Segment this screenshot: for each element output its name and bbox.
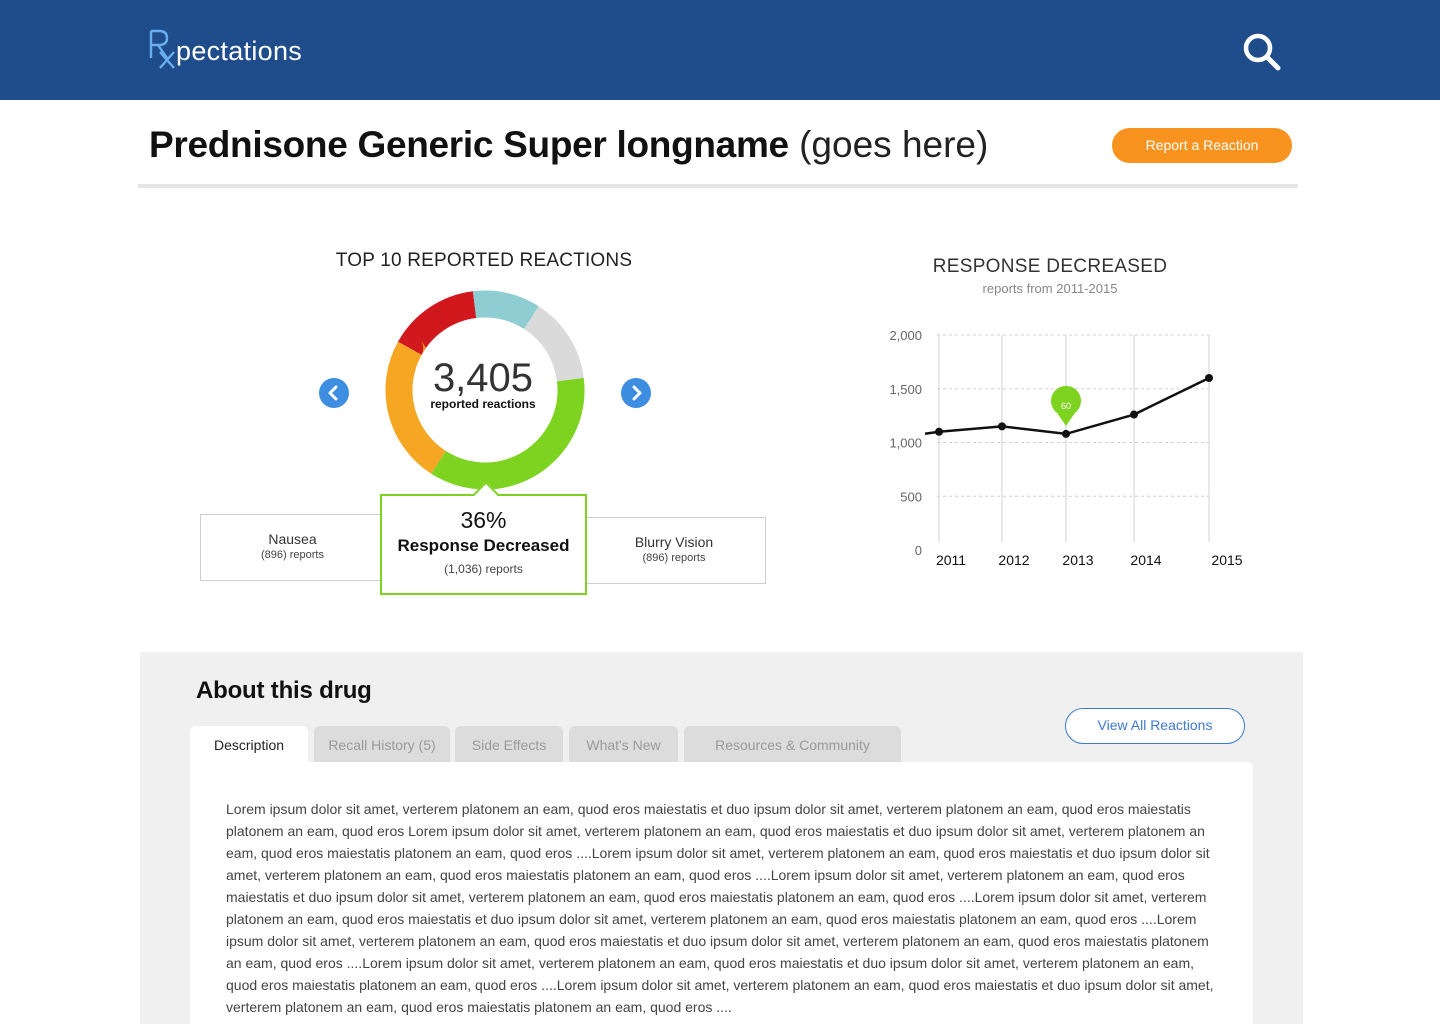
search-icon [1243,33,1281,71]
drug-description-text: Lorem ipsum dolor sit amet, verterem pla… [226,801,1214,1015]
data-point[interactable] [935,427,943,436]
report-reaction-button[interactable]: Report a Reaction [1112,128,1292,163]
about-title: About this drug [196,677,372,704]
response-decreased-line-chart: 0 500 1,000 1,500 2,000 2011 2012 2013 2014 2015 6… [889,328,1242,568]
brand-name: pectations [176,36,303,66]
donut-chart-title: TOP 10 REPORTED REACTIONS [335,250,633,271]
reaction-card-response-decreased[interactable]: 36% Response Decreased (1,036) reports [380,494,587,595]
drug-name-suffix: (goes here) [799,124,989,165]
total-reactions-label: reported reactions [430,397,536,411]
previous-reaction-button[interactable] [319,378,349,408]
total-reactions-count: 3,405 [432,356,534,400]
y-tick-label: 1,500 [889,382,922,397]
next-reaction-button[interactable] [621,378,651,408]
reaction-count: (1,036) reports [444,562,523,576]
pin-label: 60 [1061,401,1071,411]
data-point[interactable] [1062,429,1070,438]
rx-logo-mark [149,29,175,69]
reaction-name: Nausea [268,531,317,547]
tab-whats-new[interactable]: What's New [569,726,678,764]
x-tick-label: 2011 [936,552,966,568]
title-divider [138,184,1298,188]
reaction-count: (896) reports [642,552,706,564]
page-title: Prednisone Generic Super longname (goes … [149,124,988,166]
y-tick-label: 2,000 [889,328,922,343]
reaction-card-blurry-vision[interactable]: Blurry Vision (896) reports [582,517,766,584]
line-chart-subtitle: reports from 2011-2015 [982,281,1118,296]
data-point[interactable] [1205,374,1213,382]
x-tick-label: 2013 [1062,552,1093,568]
view-all-reactions-button[interactable]: View All Reactions [1065,708,1245,744]
chevron-left-icon [328,385,338,401]
reaction-name: Response Decreased [397,536,570,555]
reaction-percent: 36% [460,507,507,533]
map-pin-marker[interactable]: 60 [1051,385,1081,426]
y-tick-label: 1,000 [889,436,922,451]
chevron-right-icon [632,385,642,401]
reaction-count: (896) reports [261,549,324,561]
tab-recall-history[interactable]: Recall History (5) [314,726,450,764]
about-drug-section: About this drug View All Reactions Descr… [140,652,1303,1024]
x-tick-label: 2012 [998,552,1029,568]
tab-content-panel: Lorem ipsum dolor sit amet, verterem pla… [190,762,1253,1024]
tab-description[interactable]: Description [190,726,308,766]
tab-resources-community[interactable]: Resources & Community [684,726,901,764]
line-chart-title: RESPONSE DECREASED [932,256,1168,277]
x-tick-label: 2015 [1211,552,1242,568]
tab-side-effects[interactable]: Side Effects [455,726,563,764]
y-tick-label: 500 [900,489,922,504]
drug-name: Prednisone Generic Super longname [149,124,789,165]
top-navbar: pectations [0,0,1440,100]
reaction-name: Blurry Vision [634,534,714,550]
data-point[interactable] [1130,410,1138,419]
x-tick-label: 2014 [1130,552,1161,568]
data-point[interactable] [998,422,1006,431]
y-tick-label: 0 [915,543,922,558]
reaction-card-nausea[interactable]: Nausea (896) reports [200,514,385,581]
search-button[interactable] [1240,30,1284,74]
